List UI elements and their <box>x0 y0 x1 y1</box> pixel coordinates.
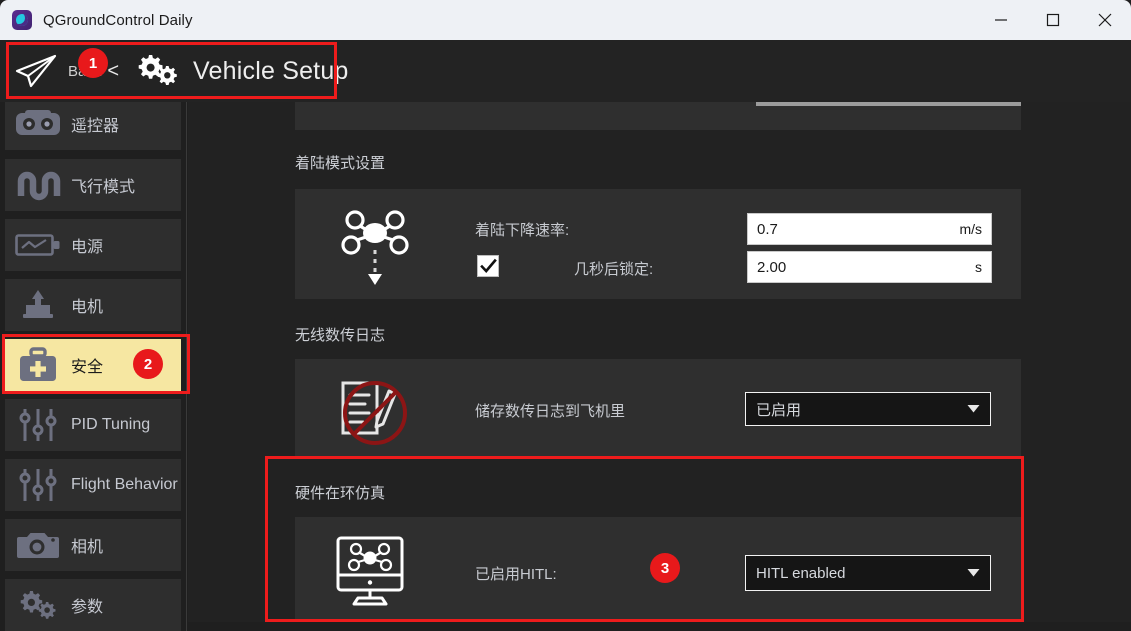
descent-rate-input[interactable]: 0.7 m/s <box>747 213 992 245</box>
sidebar-item-label: 相机 <box>71 539 104 556</box>
hitl-dropdown-value: HITL enabled <box>756 564 846 582</box>
sidebar-item-label: 电源 <box>71 239 104 256</box>
radio-controller-icon <box>11 104 65 144</box>
sidebar-item-power[interactable]: 电源 <box>5 219 181 271</box>
qgroundcontrol-window: QGroundControl Daily Back < <box>0 0 1131 631</box>
qgroundcontrol-logo-icon <box>12 10 32 30</box>
scrolled-card-top-partial <box>295 102 1021 130</box>
window-title-bar: QGroundControl Daily <box>0 0 1131 40</box>
sidebar-item-label: Flight Behavior <box>71 476 178 493</box>
sidebar-item-label: 安全 <box>71 359 104 376</box>
sidebar-item-label: 飞行模式 <box>71 179 136 196</box>
descent-rate-value: 0.7 <box>757 220 778 238</box>
chevron-down-icon <box>967 564 980 582</box>
window-title: QGroundControl Daily <box>43 11 193 29</box>
telemetry-log-section-title: 无线数传日志 <box>295 327 386 344</box>
disarm-checkbox[interactable] <box>477 255 499 277</box>
battery-power-icon <box>11 225 65 265</box>
chevron-down-icon <box>967 400 980 418</box>
sliders-icon <box>11 465 65 505</box>
hitl-row-label: 已启用HITL: <box>475 566 557 583</box>
landing-card: 着陆下降速率: 几秒后锁定: 0.7 m/s 2.00 s <box>295 189 1021 299</box>
sidebar-item-label: 参数 <box>71 599 104 616</box>
disarm-delay-input[interactable]: 2.00 s <box>747 251 992 283</box>
hitl-section-title: 硬件在环仿真 <box>295 485 386 502</box>
annotation-badge-3: 3 <box>650 553 680 583</box>
sidebar-item-flight-modes[interactable]: 飞行模式 <box>5 159 181 211</box>
sidebar-item-parameters[interactable]: 参数 <box>5 579 181 631</box>
telemetry-log-row-label: 储存数传日志到飞机里 <box>475 403 626 420</box>
paper-plane-icon[interactable] <box>14 53 58 89</box>
camera-icon <box>11 525 65 565</box>
disarm-label: 几秒后锁定: <box>574 261 654 278</box>
back-chevron-icon[interactable]: < <box>107 60 119 83</box>
motors-icon <box>11 285 65 325</box>
sidebar-item-label: PID Tuning <box>71 416 151 433</box>
hitl-dropdown[interactable]: HITL enabled <box>745 555 991 591</box>
maximize-icon[interactable] <box>1027 0 1079 40</box>
telemetry-log-dropdown-value: 已启用 <box>756 401 802 419</box>
landing-section-title: 着陆模式设置 <box>295 155 386 172</box>
annotation-badge-1: 1 <box>78 48 108 78</box>
sidebar-item-pid-tuning[interactable]: PID Tuning <box>5 399 181 451</box>
sidebar-divider <box>186 102 187 631</box>
sidebar-item-motors[interactable]: 电机 <box>5 279 181 331</box>
telemetry-log-dropdown[interactable]: 已启用 <box>745 392 991 426</box>
sidebar-item-label: 遥控器 <box>71 118 120 135</box>
vehicle-setup-header: Back < Vehicle Setup <box>0 40 1131 102</box>
monitor-quadcopter-icon <box>335 535 405 607</box>
minimize-icon[interactable] <box>975 0 1027 40</box>
flight-modes-icon <box>11 165 65 205</box>
document-pencil-icon <box>333 377 399 439</box>
safety-settings-panel: 着陆模式设置 着陆下降速率: 几秒后锁定: 0.7 m/s 2.00 s 无线数… <box>188 102 1131 631</box>
sidebar-item-label: 电机 <box>71 299 104 316</box>
disarm-delay-value: 2.00 <box>757 258 787 276</box>
sidebar-item-flight-behavior[interactable]: Flight Behavior <box>5 459 181 511</box>
parameters-gears-icon <box>11 585 65 625</box>
bottom-clipped-content <box>188 622 1131 631</box>
page-title: Vehicle Setup <box>193 56 349 85</box>
safety-kit-icon <box>11 345 65 385</box>
scrolled-card-top-edge <box>756 102 1021 106</box>
window-controls <box>975 0 1131 40</box>
sidebar-item-camera[interactable]: 相机 <box>5 519 181 571</box>
close-icon[interactable] <box>1079 0 1131 40</box>
telemetry-log-card: 储存数传日志到飞机里 已启用 <box>295 359 1021 457</box>
sidebar-item-radio[interactable]: 遥控器 <box>5 102 181 150</box>
descent-rate-unit: m/s <box>959 221 982 237</box>
descent-rate-label: 着陆下降速率: <box>475 222 570 239</box>
gears-icon <box>135 52 179 90</box>
annotation-badge-2: 2 <box>133 349 163 379</box>
quadcopter-descend-icon <box>332 195 422 290</box>
disarm-delay-unit: s <box>975 259 982 275</box>
sliders-icon <box>11 405 65 445</box>
